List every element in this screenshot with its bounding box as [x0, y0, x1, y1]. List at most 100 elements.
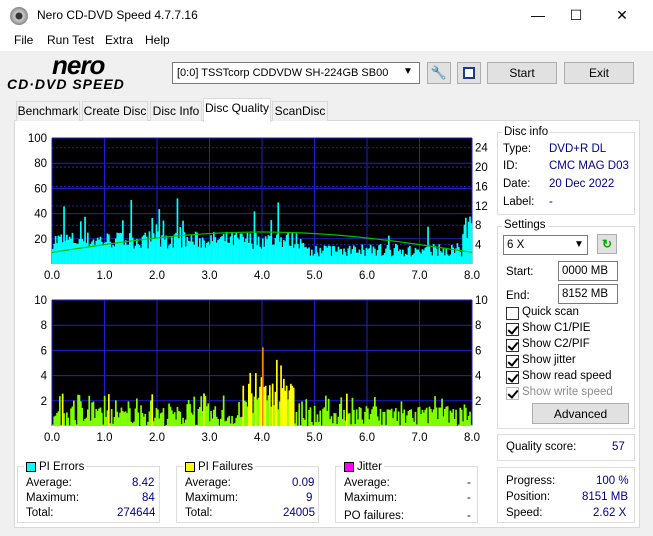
show-c2-label: Show C2/PIF [522, 338, 590, 350]
disc-label-label: Label: [503, 196, 535, 208]
pi-failures-title: PI Failures [198, 461, 253, 473]
menu-help[interactable]: Help [145, 33, 170, 47]
jitter-swatch [344, 462, 354, 472]
jitter-header: Jitter [342, 461, 384, 473]
save-button[interactable] [457, 62, 481, 84]
menu-run-test[interactable]: Run Test [47, 33, 94, 47]
y2-tick-label: 10 [475, 295, 488, 307]
pi-errors-header: PI Errors [24, 461, 87, 473]
show-jitter-checkbox[interactable] [506, 355, 519, 368]
pi-failure-bar [67, 417, 70, 426]
show-c2-checkbox[interactable] [506, 339, 519, 352]
pi-failures-swatch [185, 462, 195, 472]
show-read-speed-label: Show read speed [522, 370, 612, 382]
drive-select[interactable]: [0:0] TSSTcorp CDDVDW SH-224GB SB00 [172, 62, 420, 84]
x-tick-label: 6.0 [359, 432, 375, 444]
menu-file[interactable]: File [14, 33, 33, 47]
pi-failure-bar [469, 411, 471, 426]
pi-failure-bar [162, 408, 165, 426]
y2-tick-label: 2 [475, 396, 481, 408]
x-tick-label: 7.0 [412, 432, 428, 444]
maximize-button[interactable]: ☐ [553, 0, 599, 31]
pi-failure-bar [414, 411, 417, 426]
disc-info-title: Disc info [502, 126, 551, 138]
pi-errors-title: PI Errors [39, 461, 85, 473]
pie-avg-value: 8.42 [132, 477, 155, 489]
x-tick-label: 0.0 [44, 270, 60, 282]
end-input[interactable]: 8152 MB [558, 284, 618, 304]
y-tick-label: 10 [34, 295, 47, 307]
close-button[interactable]: ✕ [599, 0, 645, 31]
window-title: Nero CD-DVD Speed 4.7.7.16 [37, 8, 198, 22]
x-tick-label: 6.0 [359, 270, 375, 282]
chevron-down-icon: ▼ [403, 66, 413, 77]
jitter-max-value: - [467, 492, 471, 504]
advanced-button[interactable]: Advanced [532, 403, 629, 424]
y-tick-label: 80 [34, 158, 47, 170]
x-tick-label: 3.0 [202, 432, 218, 444]
tab-disc-info[interactable]: Disc Info [150, 101, 202, 121]
pi-failure-bar [379, 408, 382, 426]
pi-failure-bar [101, 412, 103, 426]
pif-avg-value: 0.09 [292, 477, 315, 489]
exit-button[interactable]: Exit [564, 62, 634, 84]
pi-failure-bar [295, 412, 298, 426]
y-tick-label: 8 [41, 320, 47, 332]
y2-tick-label: 8 [475, 320, 481, 332]
x-tick-label: 5.0 [307, 270, 323, 282]
x-tick-label: 1.0 [97, 432, 113, 444]
disc-id-value: CMC MAG D03 [549, 160, 629, 172]
pi-failure-bar [348, 413, 351, 426]
x-tick-label: 3.0 [202, 270, 218, 282]
show-write-speed-label: Show write speed [522, 386, 613, 398]
pi-error-bar [470, 223, 473, 264]
pi-failure-bar [298, 403, 301, 426]
x-tick-label: 0.0 [44, 432, 60, 444]
tab-scandisc[interactable]: ScanDisc [272, 101, 328, 121]
pi-failure-bar [217, 418, 219, 426]
pie-max-value: 84 [142, 492, 155, 504]
disc-date-value: 20 Dec 2022 [549, 178, 615, 190]
y2-tick-label: 4 [475, 240, 482, 252]
y2-tick-label: 24 [475, 143, 488, 155]
x-tick-label: 5.0 [307, 432, 323, 444]
tab-create-disc[interactable]: Create Disc [82, 101, 148, 121]
quick-scan-checkbox[interactable] [506, 307, 519, 320]
drive-info-button[interactable]: 🔧 [427, 62, 451, 84]
tab-disc-quality[interactable]: Disc Quality [203, 98, 271, 122]
y-tick-label: 6 [41, 345, 47, 357]
chevron-down-icon: ▼ [574, 239, 584, 250]
pi-errors-swatch [26, 462, 36, 472]
x-tick-label: 7.0 [412, 270, 428, 282]
pi-failure-bar [193, 396, 196, 426]
start-input[interactable]: 0000 MB [558, 261, 618, 281]
y2-tick-label: 16 [475, 181, 488, 193]
tab-benchmark[interactable]: Benchmark [16, 101, 80, 121]
refresh-speed-button[interactable]: ↻ [597, 234, 617, 254]
pi-failure-bar [470, 424, 473, 426]
speed-label: Speed: [506, 507, 543, 519]
quality-score-value: 57 [612, 441, 625, 453]
pie-total-label: Total: [26, 507, 54, 519]
disc-label-value: - [549, 196, 553, 208]
pif-max-label: Maximum: [185, 492, 239, 504]
progress-value: 100 % [596, 475, 629, 487]
floppy-save-icon [463, 67, 475, 79]
x-tick-label: 8.0 [464, 270, 480, 282]
position-value: 8151 MB [582, 491, 629, 503]
y-tick-label: 2 [41, 396, 47, 408]
jitter-avg-value: - [467, 477, 471, 489]
app-disc-icon [10, 7, 28, 25]
disc-type-label: Type: [503, 143, 532, 155]
pi-failure-bar [110, 409, 113, 426]
start-label: Start: [506, 266, 534, 278]
start-button[interactable]: Start [487, 62, 557, 84]
po-failures-value: - [467, 510, 471, 522]
end-label: End: [506, 290, 530, 302]
pif-total-label: Total: [185, 507, 213, 519]
y2-tick-label: 6 [475, 345, 481, 357]
show-c1-checkbox[interactable] [506, 323, 519, 336]
show-read-speed-checkbox[interactable] [506, 371, 519, 384]
menu-bar [0, 31, 653, 51]
menu-extra[interactable]: Extra [105, 33, 133, 47]
